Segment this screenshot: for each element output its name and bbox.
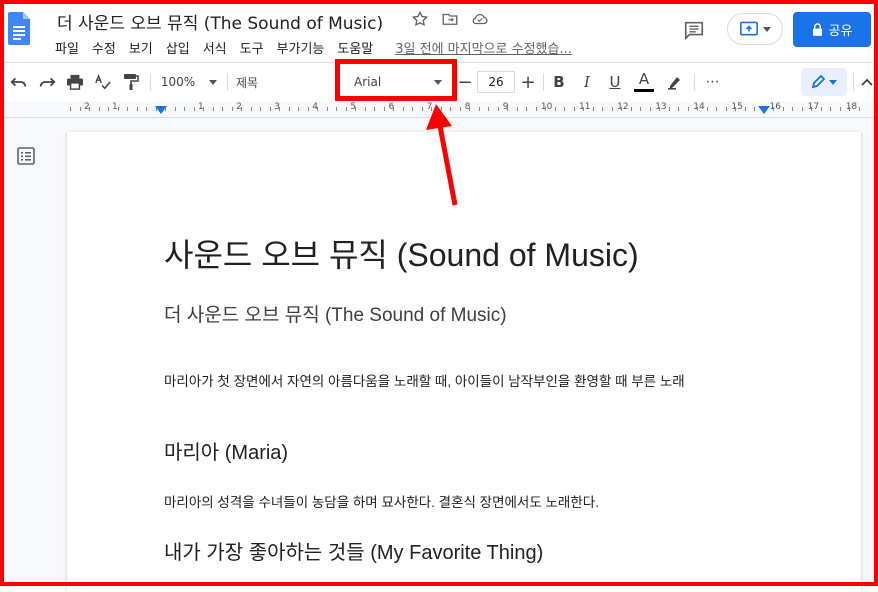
annotation-arrow-icon — [426, 104, 458, 206]
